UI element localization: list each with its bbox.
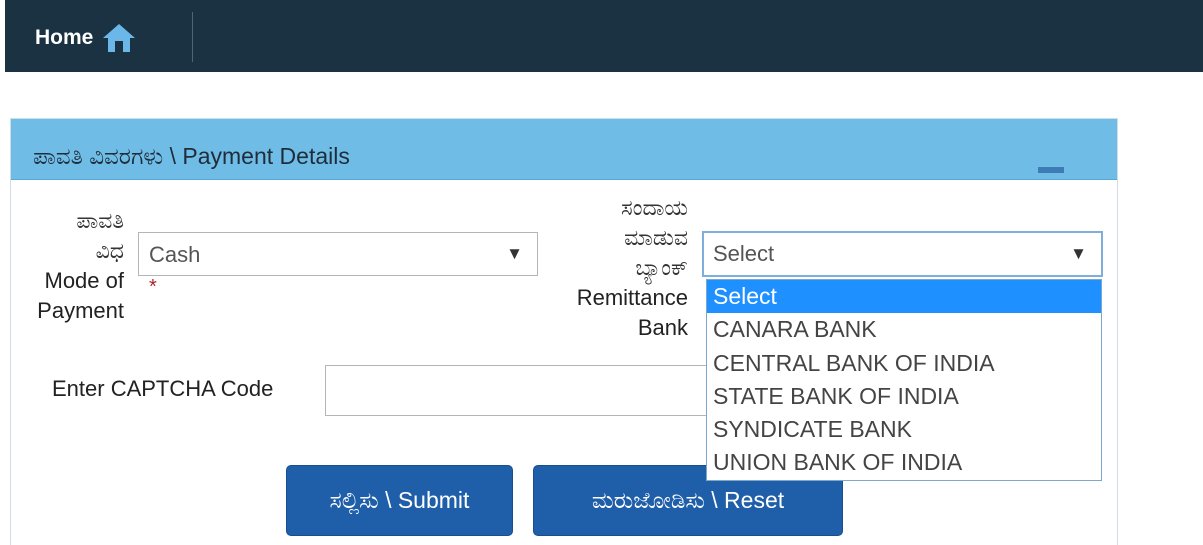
bank-option[interactable]: UNION BANK OF INDIA: [707, 446, 1101, 479]
home-link[interactable]: Home: [35, 22, 137, 54]
mode-of-payment-value: Cash: [149, 242, 201, 267]
bank-label-kn-1: ಸಂದಾಯ: [621, 195, 688, 220]
panel-title: ಪಾವತಿ ವಿವರಗಳು \ Payment Details: [33, 143, 350, 169]
bank-label-kn-2: ಮಾಡುವ: [624, 225, 688, 250]
mode-label-en-1: Mode of: [44, 268, 125, 293]
mode-of-payment-label: ಪಾವತಿ ವಿಧ Mode of Payment: [20, 206, 124, 326]
mode-of-payment-select[interactable]: Cash ▼: [138, 232, 538, 276]
bank-label-en-2: Bank: [637, 315, 688, 340]
bank-label-kn-3: ಬ್ಯಾಂಕ್: [635, 255, 688, 280]
bank-label-en-1: Remittance: [576, 285, 688, 310]
bank-option[interactable]: STATE BANK OF INDIA: [707, 380, 1101, 413]
remittance-bank-value: Select: [713, 241, 775, 266]
home-icon: [103, 24, 136, 52]
navbar-divider: [192, 12, 193, 62]
bank-option[interactable]: CENTRAL BANK OF INDIA: [707, 347, 1101, 380]
collapse-button[interactable]: [1038, 167, 1064, 175]
chevron-down-icon: ▼: [506, 244, 523, 263]
remittance-bank-select[interactable]: Select ▼: [702, 231, 1103, 277]
mode-label-kn-1: ಪಾವತಿ: [76, 208, 124, 233]
mode-label-en-2: Payment: [37, 298, 124, 323]
minus-icon: [1038, 167, 1064, 173]
captcha-input[interactable]: [325, 365, 709, 416]
top-navbar: Home: [5, 0, 1203, 72]
required-mark: *: [149, 276, 157, 298]
captcha-label: Enter CAPTCHA Code: [52, 376, 274, 401]
submit-button[interactable]: ಸಲ್ಲಿಸು \ Submit: [286, 465, 513, 536]
mode-label-kn-2: ವಿಧ: [95, 238, 124, 263]
bank-option[interactable]: Select: [707, 280, 1101, 314]
chevron-down-icon: ▼: [1070, 244, 1087, 263]
bank-option[interactable]: SYNDICATE BANK: [707, 413, 1101, 446]
bank-option[interactable]: CANARA BANK: [707, 313, 1101, 346]
panel-header: ಪಾವತಿ ವಿವರಗಳು \ Payment Details: [11, 119, 1117, 180]
home-label: Home: [35, 26, 94, 49]
bank-dropdown-list: Select CANARA BANK CENTRAL BANK OF INDIA ST…: [706, 279, 1102, 481]
remittance-bank-label: ಸಂದಾಯ ಮಾಡುವ ಬ್ಯಾಂಕ್ Remittance Bank: [540, 193, 688, 343]
